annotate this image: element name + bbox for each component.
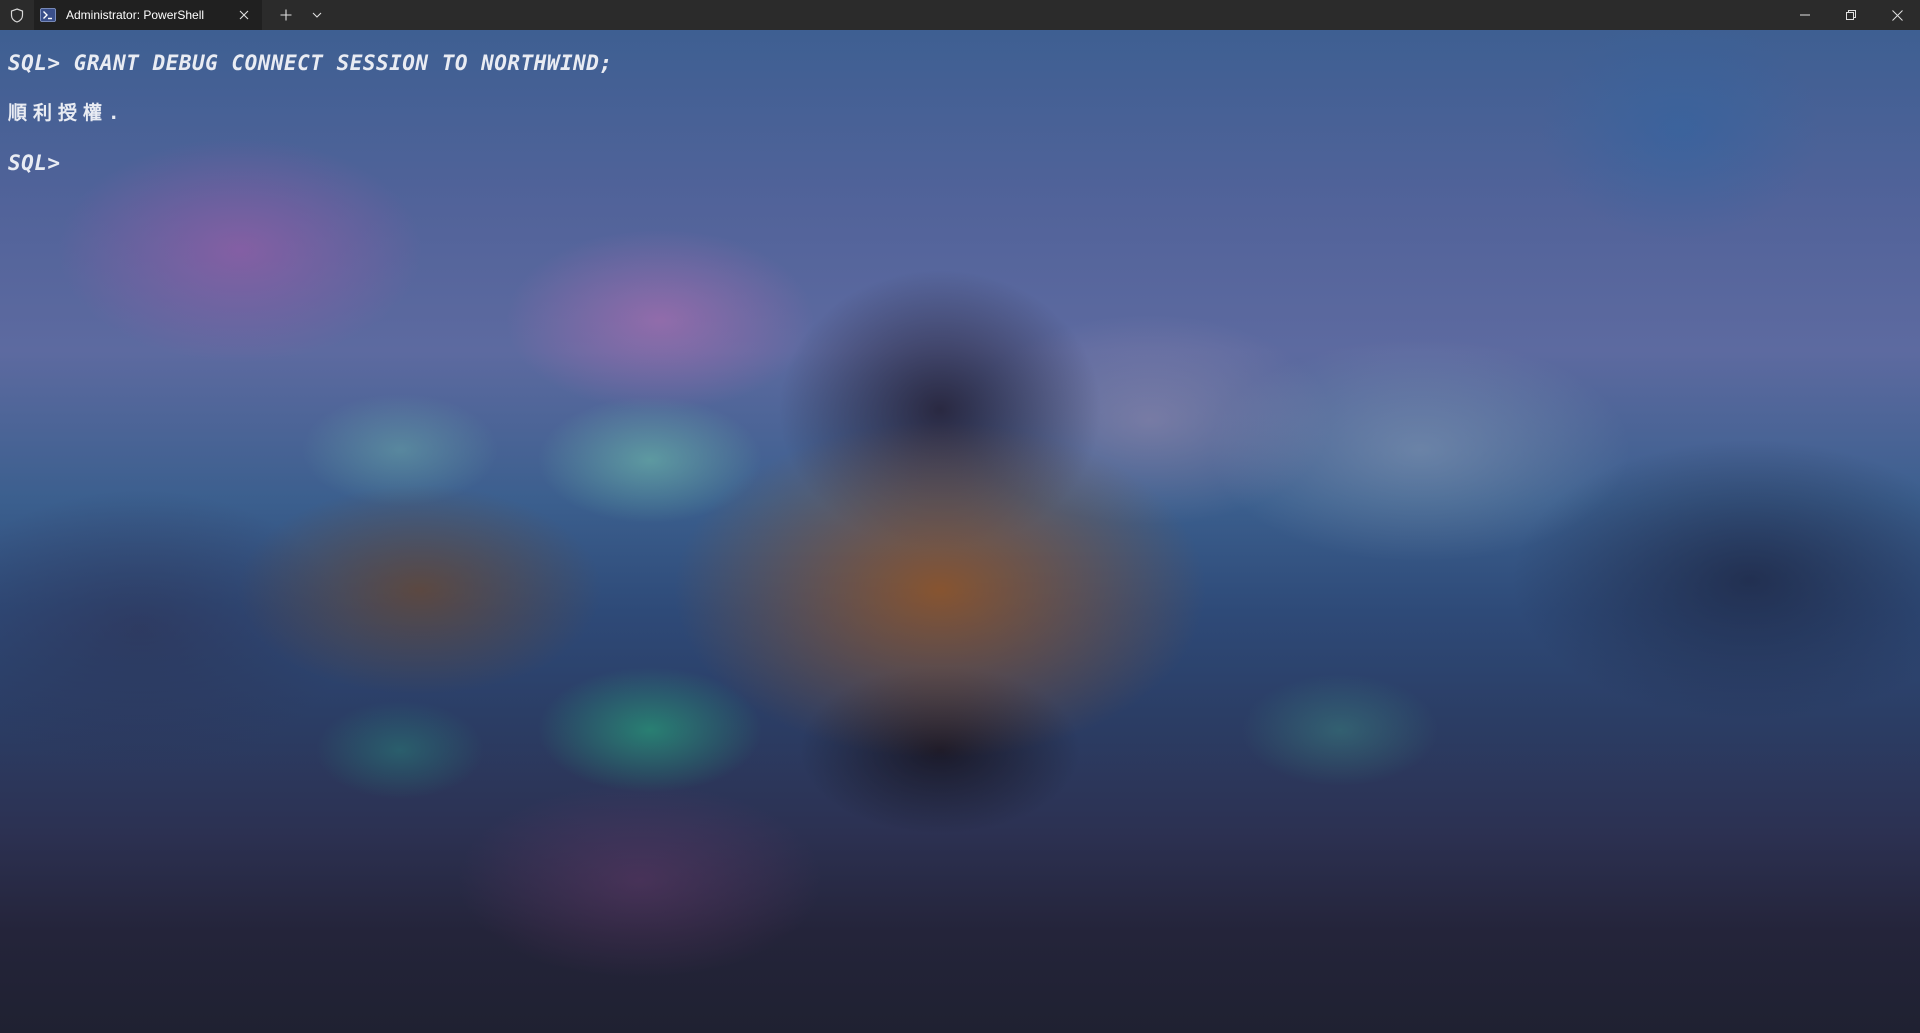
close-window-button[interactable] <box>1874 0 1920 30</box>
tab-dropdown-button[interactable] <box>304 0 330 30</box>
plus-icon <box>280 9 292 21</box>
close-icon <box>1891 9 1903 21</box>
sql-prompt-line: SQL> <box>8 151 61 175</box>
shield-icon <box>0 0 34 30</box>
minimize-button[interactable] <box>1782 0 1828 30</box>
title-bar[interactable]: Administrator: PowerShell <box>0 0 1920 30</box>
terminal-output: SQL> GRANT DEBUG CONNECT SESSION TO NORT… <box>8 48 613 198</box>
terminal-pane[interactable]: SQL> GRANT DEBUG CONNECT SESSION TO NORT… <box>0 30 1920 1033</box>
new-tab-button[interactable] <box>268 0 304 30</box>
sql-command-line: SQL> GRANT DEBUG CONNECT SESSION TO NORT… <box>8 51 613 75</box>
powershell-icon <box>40 7 56 23</box>
restore-icon <box>1846 10 1856 20</box>
chevron-down-icon <box>312 12 322 18</box>
tab-powershell[interactable]: Administrator: PowerShell <box>34 0 262 30</box>
minimize-icon <box>1800 14 1810 16</box>
restore-button[interactable] <box>1828 0 1874 30</box>
terminal-window: Administrator: PowerShell SQL> GRANT DEB… <box>0 0 1920 1033</box>
tab-title: Administrator: PowerShell <box>66 8 205 22</box>
tab-close-button[interactable] <box>230 1 258 29</box>
close-icon <box>239 10 249 20</box>
sql-result-line: 順利授權. <box>8 102 126 124</box>
